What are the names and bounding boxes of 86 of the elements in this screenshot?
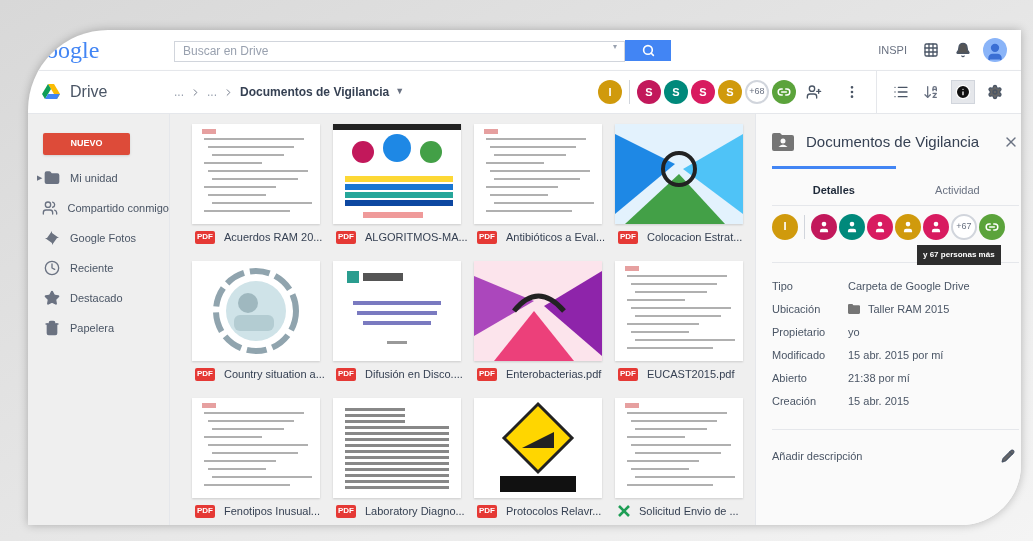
file-name[interactable]: EUCAST2015.pdf: [647, 365, 735, 383]
description-field[interactable]: Añadir descripción: [772, 447, 863, 464]
panel-tab[interactable]: Detalles: [772, 166, 896, 205]
info-toggle[interactable]: [951, 80, 975, 104]
property-label: Tipo: [772, 278, 794, 294]
property-label: Creación: [772, 393, 818, 409]
pdf-badge: PDF: [477, 230, 497, 244]
property-label: Ubicación: [772, 301, 822, 317]
edit-icon[interactable]: [1001, 448, 1016, 463]
file-name[interactable]: Antibióticos a Eval...: [506, 228, 606, 246]
tooltip: y 67 personas más: [917, 244, 1001, 265]
notifications-icon[interactable]: [955, 42, 971, 58]
file-name[interactable]: Solicitud Envio de ...: [639, 502, 739, 520]
pdf-badge: PDF: [195, 504, 215, 518]
sidebar-label: Destacado: [70, 290, 123, 306]
panel-title: Documentos de Vigilancia: [806, 131, 980, 152]
user-avatar[interactable]: [811, 213, 837, 240]
file-name[interactable]: Colocacion Estrat...: [647, 228, 743, 246]
sidebar-label: Reciente: [70, 260, 114, 276]
sidebar-label: Mi unidad: [70, 170, 118, 186]
pdf-badge: PDF: [336, 230, 356, 244]
clock-icon: [44, 259, 60, 276]
file-name[interactable]: Difusión en Disco....: [365, 365, 463, 383]
property-value: 21:38 por mí: [848, 370, 910, 386]
new-button[interactable]: NUEVO: [43, 132, 130, 155]
profile-avatar[interactable]: [983, 38, 1007, 62]
spreadsheet-file-icon: [618, 505, 630, 517]
search-button[interactable]: [625, 39, 671, 61]
file-name[interactable]: Enterobacterias.pdf: [506, 365, 602, 383]
sidebar-item[interactable]: Google Fotos: [28, 222, 169, 253]
property-value[interactable]: Taller RAM 2015: [868, 300, 950, 318]
user-avatar[interactable]: [895, 213, 921, 240]
sidebar-label: Compartido conmigo: [67, 200, 169, 216]
pdf-badge: PDF: [336, 367, 356, 381]
property-label: Propietario: [772, 324, 827, 340]
sidebar-item[interactable]: Compartido conmigo: [28, 192, 169, 223]
breadcrumb-item[interactable]: Documentos de Vigilancia: [240, 83, 390, 101]
link-icon[interactable]: [772, 80, 796, 104]
pdf-badge: PDF: [618, 367, 638, 381]
user-avatar[interactable]: S: [637, 80, 661, 104]
search-icon: [641, 43, 655, 57]
property-label: Modificado: [772, 347, 827, 363]
sidebar-label: Google Fotos: [70, 230, 137, 246]
pdf-badge: PDF: [336, 504, 356, 518]
settings-icon[interactable]: [987, 84, 1003, 100]
drive-logo-icon: [42, 84, 60, 100]
file-name[interactable]: ALGORITMOS-MA...: [365, 228, 468, 246]
caret-icon[interactable]: ▼: [395, 85, 405, 99]
user-avatar[interactable]: [923, 213, 949, 240]
user-avatar[interactable]: S: [664, 80, 688, 104]
sidebar-item[interactable]: Reciente: [28, 252, 169, 283]
user-avatar[interactable]: [867, 213, 893, 240]
more-people-badge[interactable]: +67: [951, 213, 977, 240]
people-icon: [41, 199, 58, 216]
more-people-badge[interactable]: +68: [745, 80, 769, 104]
property-label: Abierto: [772, 370, 808, 386]
folder-icon: [44, 169, 60, 186]
property-value: Carpeta de Google Drive: [848, 278, 970, 294]
property-value: 15 abr. 2015 por mí: [848, 347, 944, 363]
file-name[interactable]: Acuerdos RAM 20...: [224, 228, 323, 246]
user-avatar[interactable]: [839, 213, 865, 240]
pdf-badge: PDF: [477, 367, 497, 381]
sort-icon[interactable]: [923, 84, 939, 100]
list-view-icon[interactable]: [893, 84, 909, 100]
pdf-badge: PDF: [195, 230, 215, 244]
file-name[interactable]: Country situation a...: [224, 365, 325, 383]
app-title: Drive: [70, 82, 108, 102]
file-name[interactable]: Laboratory Diagno...: [365, 502, 465, 520]
add-person-icon[interactable]: [806, 84, 822, 100]
property-value: 15 abr. 2015: [848, 393, 910, 409]
account-name: INSPI: [878, 42, 907, 58]
user-avatar[interactable]: S: [691, 80, 715, 104]
link-icon[interactable]: [979, 213, 1005, 240]
pdf-badge: PDF: [618, 230, 638, 244]
sidebar-label: Papelera: [70, 320, 115, 336]
star-icon: [44, 289, 60, 306]
sidebar-item[interactable]: Destacado: [28, 282, 169, 313]
pdf-badge: PDF: [195, 367, 215, 381]
trash-icon: [44, 319, 60, 336]
file-name[interactable]: Protocolos Relavr...: [506, 502, 602, 520]
apps-icon[interactable]: [923, 42, 939, 58]
property-value: yo: [848, 324, 860, 340]
pdf-badge: PDF: [477, 504, 497, 518]
file-name[interactable]: Fenotipos Inusual...: [224, 502, 320, 520]
sidebar-item[interactable]: Papelera: [28, 312, 169, 343]
panel-tab[interactable]: Actividad: [895, 166, 1020, 205]
